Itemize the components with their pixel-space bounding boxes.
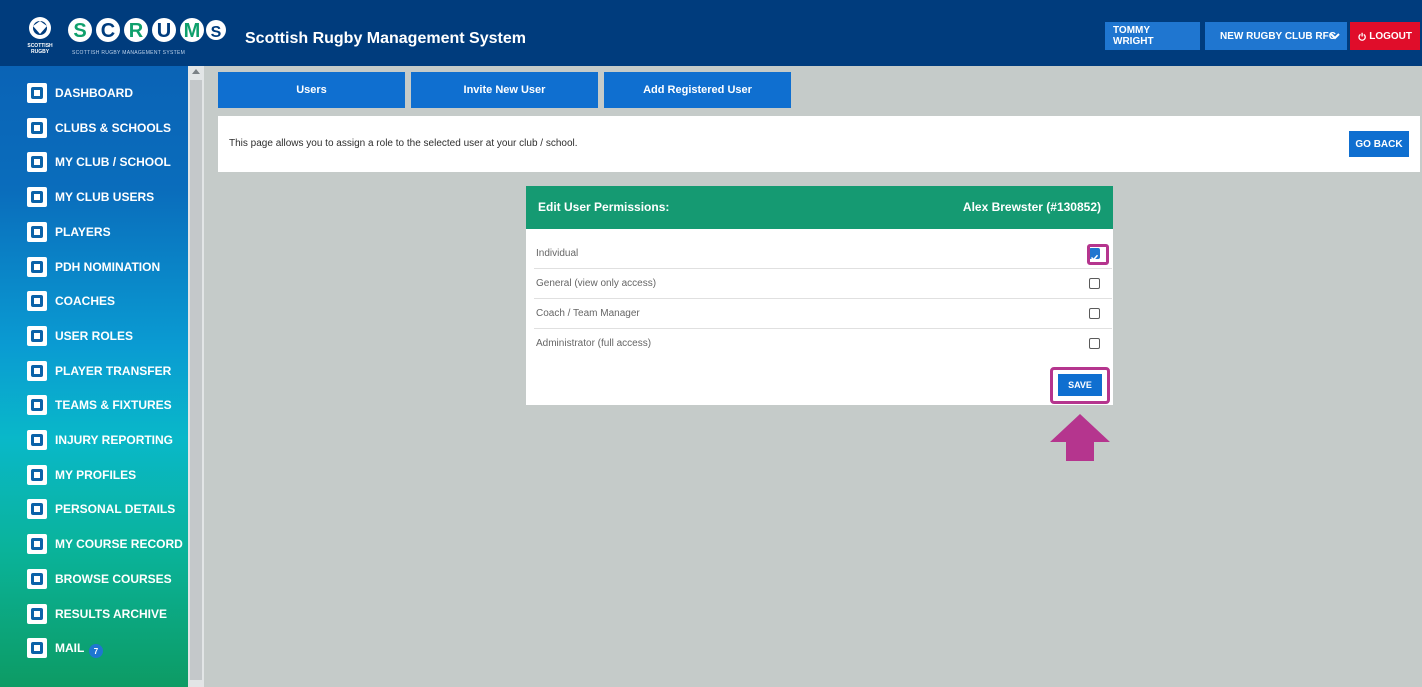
details-icon bbox=[27, 499, 47, 520]
go-back-button[interactable]: GO BACK bbox=[1349, 131, 1409, 157]
scroll-up-icon[interactable] bbox=[192, 69, 200, 74]
svg-text:RUGBY: RUGBY bbox=[31, 49, 50, 55]
svg-text:S: S bbox=[211, 24, 222, 41]
sidebar-item-label: MAIL bbox=[55, 641, 85, 656]
save-highlight bbox=[1050, 367, 1110, 404]
svg-text:C: C bbox=[101, 20, 115, 42]
role-row-coach: Coach / Team Manager bbox=[534, 298, 1112, 329]
arrow-up-icon bbox=[1050, 414, 1110, 461]
svg-text:S: S bbox=[73, 20, 86, 42]
scrollbar-thumb[interactable] bbox=[190, 80, 202, 680]
sidebar-item-label: MY COURSE RECORD bbox=[55, 537, 183, 552]
trophy-icon bbox=[27, 395, 47, 416]
sidebar-item-label: COACHES bbox=[55, 294, 116, 309]
logout-label: LOGOUT bbox=[1369, 30, 1412, 42]
sidebar-item-label: PDH NOMINATION bbox=[55, 259, 161, 274]
clubs-icon bbox=[27, 117, 47, 138]
top-bar: SCOTTISH RUGBY S C R U M S SCOTTISH RUGB… bbox=[0, 0, 1422, 66]
tab-add-registered-user[interactable]: Add Registered User bbox=[604, 72, 791, 108]
role-checkbox-coach[interactable] bbox=[1089, 308, 1100, 319]
transfer-icon bbox=[27, 360, 47, 381]
role-label: Coach / Team Manager bbox=[536, 308, 640, 319]
role-checkbox-general[interactable] bbox=[1089, 278, 1100, 289]
svg-text:U: U bbox=[157, 20, 171, 42]
sidebar-item-label: MY CLUB / SCHOOL bbox=[55, 155, 171, 170]
scottish-rugby-crest-icon: SCOTTISH RUGBY bbox=[24, 17, 56, 55]
archive-icon bbox=[27, 603, 47, 624]
tab-invite-new-user[interactable]: Invite New User bbox=[411, 72, 598, 108]
sidebar-item-label: RESULTS ARCHIVE bbox=[55, 606, 168, 621]
sidebar-item-label: PERSONAL DETAILS bbox=[55, 502, 176, 517]
role-row-administrator: Administrator (full access) bbox=[534, 328, 1112, 358]
browse-icon bbox=[27, 568, 47, 589]
chevron-down-icon bbox=[1330, 33, 1340, 40]
user-roles-icon bbox=[27, 325, 47, 346]
svg-text:R: R bbox=[129, 20, 144, 42]
club-select-button[interactable]: NEW RUGBY CLUB RFC bbox=[1205, 22, 1347, 50]
profiles-icon bbox=[27, 464, 47, 485]
info-text: This page allows you to assign a role to… bbox=[229, 138, 578, 149]
sidebar-item-label: DASHBOARD bbox=[55, 86, 133, 100]
sidebar-item-label: USER ROLES bbox=[55, 328, 134, 343]
selected-user: Alex Brewster (#130852) bbox=[962, 200, 1101, 214]
sidebar-item-label: TEAMS & FIXTURES bbox=[55, 398, 172, 413]
sidebar-scrollbar[interactable] bbox=[188, 66, 204, 687]
card-title: Edit User Permissions: bbox=[538, 200, 670, 214]
svg-text:M: M bbox=[184, 20, 201, 42]
info-panel: This page allows you to assign a role to… bbox=[218, 116, 1420, 172]
sidebar-item-label: MY PROFILES bbox=[55, 467, 137, 482]
power-icon bbox=[1358, 32, 1366, 41]
logout-button[interactable]: LOGOUT bbox=[1350, 22, 1420, 50]
ambulance-icon bbox=[27, 430, 47, 450]
role-label: General (view only access) bbox=[536, 278, 657, 289]
mail-count-badge: 7 bbox=[89, 644, 103, 658]
user-menu-button[interactable]: TOMMY WRIGHT bbox=[1105, 22, 1200, 50]
sidebar-item-label: PLAYERS bbox=[55, 224, 111, 239]
club-users-icon bbox=[27, 187, 47, 208]
sidebar-item-label: CLUBS & SCHOOLS bbox=[55, 120, 172, 135]
sidebar-item-label: INJURY REPORTING bbox=[55, 433, 174, 447]
sidebar-item-label: BROWSE COURSES bbox=[55, 571, 172, 586]
card-header: Edit User Permissions: Alex Brewster (#1… bbox=[526, 186, 1113, 229]
player-icon bbox=[27, 221, 47, 242]
mail-icon bbox=[27, 638, 47, 659]
app-title: Scottish Rugby Management System bbox=[245, 30, 526, 47]
club-select-label: NEW RUGBY CLUB RFC bbox=[1220, 30, 1336, 42]
pdh-icon bbox=[27, 256, 47, 277]
dashboard-icon bbox=[27, 83, 47, 103]
role-label: Administrator (full access) bbox=[536, 338, 652, 349]
role-row-general: General (view only access) bbox=[534, 268, 1112, 299]
coach-icon bbox=[27, 291, 47, 312]
course-record-icon bbox=[27, 534, 47, 555]
role-row-individual: Individual bbox=[534, 238, 1112, 269]
role-label: Individual bbox=[536, 248, 579, 259]
checkbox-highlight bbox=[1087, 244, 1109, 265]
sidebar-item-label: MY CLUB USERS bbox=[55, 190, 155, 205]
my-club-icon bbox=[27, 152, 47, 173]
tab-users[interactable]: Users bbox=[218, 72, 405, 108]
sidebar-item-label: PLAYER TRANSFER bbox=[55, 363, 172, 378]
edit-permissions-card: Edit User Permissions: Alex Brewster (#1… bbox=[526, 186, 1113, 405]
logo-subtitle: SCOTTISH RUGBY MANAGEMENT SYSTEM bbox=[72, 50, 186, 56]
role-checkbox-administrator[interactable] bbox=[1089, 338, 1100, 349]
